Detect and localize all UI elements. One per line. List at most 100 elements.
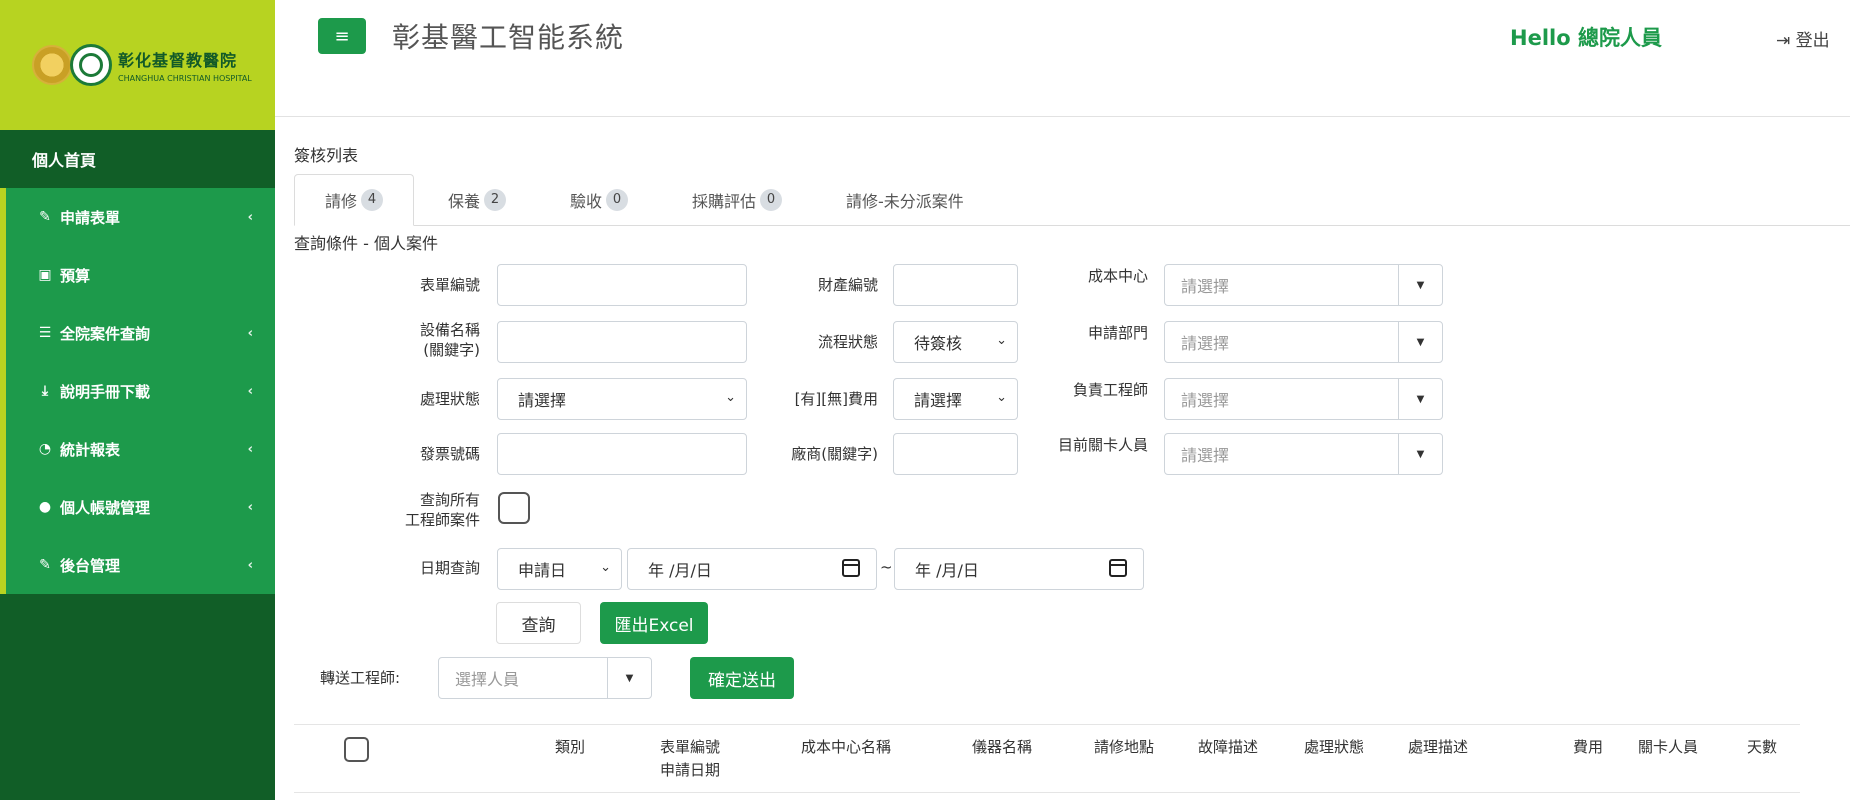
cost-center-select[interactable]: 請選擇 ▼: [1164, 264, 1443, 306]
tab-label: 請修: [325, 192, 358, 211]
user-greeting: Hello 總院人員: [1510, 26, 1662, 50]
chevron-left-icon: ‹: [247, 209, 253, 225]
col-days[interactable]: 天數: [1740, 736, 1784, 759]
date-to-input[interactable]: 年 /月/日: [894, 548, 1144, 590]
checkpoint-placeholder: 請選擇: [1181, 446, 1230, 465]
flow-status-value: 待簽核: [914, 334, 963, 353]
sidebar-item-label: 全院案件查詢: [60, 324, 151, 343]
sidebar-item-label: 後台管理: [60, 556, 121, 575]
sidebar-item-home[interactable]: 個人首頁: [0, 130, 275, 188]
tab-label: 採購評估: [692, 192, 757, 211]
col-instrument[interactable]: 儀器名稱: [952, 736, 1052, 759]
award-seal-icon: [32, 45, 72, 85]
dept-placeholder: 請選擇: [1181, 334, 1230, 353]
transfer-engineer-select[interactable]: 選擇人員 ▼: [438, 657, 652, 699]
device-name-label-line2: (關鍵字): [423, 341, 480, 359]
date-from-value: 年 /月/日: [648, 561, 712, 580]
logout-link[interactable]: ⇥ 登出: [1776, 26, 1830, 51]
sidebar-item-admin[interactable]: ✎ 後台管理 ‹: [6, 536, 275, 594]
menu-toggle-button[interactable]: ≡: [318, 18, 366, 54]
user-icon: ●: [38, 499, 52, 515]
transfer-engineer-placeholder: 選擇人員: [455, 670, 520, 689]
search-button[interactable]: 查詢: [496, 602, 581, 644]
checkpoint-select[interactable]: 請選擇 ▼: [1164, 433, 1443, 475]
col-fault[interactable]: 故障描述: [1190, 736, 1266, 759]
form-no-label: 表單編號: [419, 276, 480, 294]
col-status[interactable]: 處理狀態: [1296, 736, 1372, 759]
process-status-label: 處理狀態: [419, 390, 480, 408]
hospital-logo: 彰化基督教醫院 CHANGHUA CHRISTIAN HOSPITAL: [0, 0, 275, 130]
dept-select[interactable]: 請選擇 ▼: [1164, 321, 1443, 363]
calendar-icon[interactable]: [1109, 559, 1127, 577]
sidebar-item-account[interactable]: ● 個人帳號管理 ‹: [6, 478, 275, 536]
sidebar-item-manual-download[interactable]: ⤓ 說明手冊下載 ‹: [6, 362, 275, 420]
device-name-input[interactable]: [497, 321, 747, 363]
sidebar-item-application-form[interactable]: ✎ 申請表單 ‹: [6, 188, 275, 246]
count-badge: 4: [361, 189, 384, 211]
date-to-value: 年 /月/日: [915, 561, 979, 580]
col-cost-center-name[interactable]: 成本中心名稱: [786, 736, 906, 759]
col-process-desc[interactable]: 處理描述: [1400, 736, 1476, 759]
sidebar-item-case-query[interactable]: ☰ 全院案件查詢 ‹: [6, 304, 275, 362]
col-checkpoint[interactable]: 關卡人員: [1630, 736, 1706, 759]
download-icon: ⤓: [41, 383, 49, 399]
caret-down-icon[interactable]: ▼: [607, 658, 651, 698]
all-engineers-label-line1: 查詢所有: [419, 491, 480, 509]
confirm-send-button[interactable]: 確定送出: [690, 657, 794, 699]
tab-unassigned-repair[interactable]: 請修-未分派案件: [846, 174, 964, 226]
invoice-input[interactable]: [497, 433, 747, 475]
date-type-select[interactable]: 申請日 ⌄: [497, 548, 622, 590]
caret-down-icon[interactable]: ▼: [1398, 265, 1442, 305]
edit-icon: ✎: [39, 209, 51, 225]
tab-maintenance[interactable]: 保養 2: [448, 174, 507, 226]
tab-label: 請修-未分派案件: [846, 192, 964, 211]
process-status-select[interactable]: 請選擇 ⌄: [497, 378, 747, 420]
col-apply-date-label: 申請日期: [659, 761, 720, 779]
tab-repair[interactable]: 請修 4: [294, 174, 415, 226]
col-type[interactable]: 類別: [540, 736, 600, 759]
export-excel-button[interactable]: 匯出Excel: [600, 602, 708, 644]
date-from-input[interactable]: 年 /月/日: [627, 548, 877, 590]
chevron-left-icon: ‹: [247, 325, 253, 341]
logout-label: 登出: [1795, 31, 1830, 51]
form-no-input[interactable]: [497, 264, 747, 306]
all-engineers-label-line2: 工程師案件: [404, 511, 480, 529]
invoice-label: 發票號碼: [419, 445, 480, 463]
col-form-no[interactable]: 表單編號 申請日期: [650, 736, 730, 782]
sidebar-item-label: 預算: [60, 266, 91, 285]
logo-name-cn: 彰化基督教醫院: [118, 51, 238, 70]
hospital-emblem-icon: [70, 44, 112, 86]
sidebar-item-label: 說明手冊下載: [60, 382, 151, 401]
sign-out-icon: ⇥: [1776, 31, 1791, 51]
calendar-icon[interactable]: [842, 559, 860, 577]
tab-acceptance[interactable]: 驗收 0: [570, 174, 629, 226]
dashboard-icon: ◔: [38, 441, 52, 457]
section-title: 簽核列表: [294, 146, 359, 165]
sidebar-item-label: 個人帳號管理: [60, 498, 151, 517]
sidebar-item-reports[interactable]: ◔ 統計報表 ‹: [6, 420, 275, 478]
chevron-left-icon: ‹: [247, 499, 253, 515]
col-form-no-label: 表單編號: [659, 738, 720, 756]
list-icon: ☰: [38, 325, 52, 341]
engineer-select[interactable]: 請選擇 ▼: [1164, 378, 1443, 420]
select-all-checkbox[interactable]: [344, 737, 369, 762]
device-name-label-line1: 設備名稱: [419, 321, 480, 339]
col-location[interactable]: 請修地點: [1086, 736, 1162, 759]
caret-down-icon[interactable]: ▼: [1398, 434, 1442, 474]
query-title: 查詢條件 - 個人案件: [294, 234, 438, 253]
caret-down-icon[interactable]: ▼: [1398, 322, 1442, 362]
header-divider: [275, 116, 1850, 117]
col-cost[interactable]: 費用: [1566, 736, 1610, 759]
engineer-placeholder: 請選擇: [1181, 391, 1230, 410]
caret-down-icon[interactable]: ▼: [1398, 379, 1442, 419]
sidebar-item-budget[interactable]: ▣ 預算: [6, 246, 275, 304]
flow-status-select[interactable]: 待簽核 ⌄: [893, 321, 1018, 363]
chevron-left-icon: ‹: [247, 557, 253, 573]
vendor-label: 廠商(關鍵字): [791, 445, 878, 463]
fee-label: [有][無]費用: [794, 390, 878, 408]
fee-select[interactable]: 請選擇 ⌄: [893, 378, 1018, 420]
vendor-input[interactable]: [893, 433, 1018, 475]
tab-purchase-evaluation[interactable]: 採購評估 0: [692, 174, 783, 226]
asset-no-input[interactable]: [893, 264, 1018, 306]
all-engineers-checkbox[interactable]: [498, 492, 530, 524]
